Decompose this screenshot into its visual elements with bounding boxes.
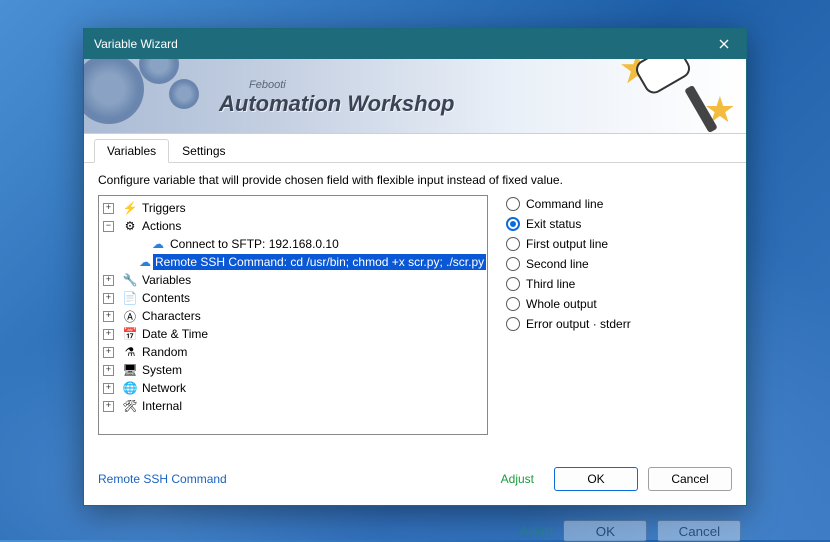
radio-command-line[interactable]: Command line [506,197,732,211]
cloud-icon: ☁ [139,254,151,270]
radio-first-output[interactable]: First output line [506,237,732,251]
ghost-adjust: Adjust [520,524,553,538]
tab-settings[interactable]: Settings [169,139,238,163]
expand-icon[interactable]: + [103,275,114,286]
brush-graphic [596,59,716,129]
radio-second-line[interactable]: Second line [506,257,732,271]
expand-icon[interactable]: + [103,401,114,412]
tab-variables[interactable]: Variables [94,139,169,163]
titlebar: Variable Wizard [84,29,746,59]
globe-icon: 🌐 [122,380,138,396]
ghost-cancel-button: Cancel [657,520,741,542]
radio-label: First output line [526,237,608,251]
radio-exit-status[interactable]: Exit status [506,217,732,231]
monitor-icon: 🖥 [122,362,138,378]
ghost-ok-button: OK [563,520,647,542]
variable-wizard-dialog: Variable Wizard ★ ★ Febooti Automation W… [83,28,747,506]
cloud-icon: ☁ [150,236,166,252]
tree-panel: + ⚡ Triggers − ⚙ Actions ☁ Connect to SF… [98,195,488,435]
gear-icon [139,59,179,84]
flask-icon: ⚗ [122,344,138,360]
bolt-icon: ⚡ [122,200,138,216]
header-sub: Febooti [249,79,454,91]
tree-node-triggers[interactable]: + ⚡ Triggers [103,199,483,217]
radio-icon [506,257,520,271]
radio-label: Whole output [526,297,597,311]
expand-icon[interactable]: + [103,311,114,322]
collapse-icon[interactable]: − [103,221,114,232]
radio-icon [506,317,520,331]
gear-icon: ⚙ [122,218,138,234]
tree-node-characters[interactable]: + Ⓐ Characters [103,307,483,325]
expand-icon[interactable]: + [103,293,114,304]
tree-node-network[interactable]: + 🌐 Network [103,379,483,397]
window-title: Variable Wizard [94,37,702,51]
radio-icon [506,197,520,211]
radio-label: Error output · stderr [526,317,631,331]
expand-icon[interactable]: + [103,347,114,358]
options-panel: Command line Exit status First output li… [506,195,732,453]
tree-node-variables[interactable]: + 🔧 Variables [103,271,483,289]
expand-icon[interactable]: + [103,329,114,340]
expand-icon[interactable]: + [103,203,114,214]
radio-icon [506,297,520,311]
radio-label: Exit status [526,217,581,231]
tree-node-connect-sftp[interactable]: ☁ Connect to SFTP: 192.168.0.10 [103,235,483,253]
header-main: Automation Workshop [219,91,454,117]
expand-icon[interactable]: + [103,383,114,394]
adjust-link[interactable]: Adjust [491,472,544,486]
header-text: Febooti Automation Workshop [219,79,454,117]
expand-icon[interactable]: + [103,365,114,376]
calendar-icon: 📅 [122,326,138,342]
tool-icon: 🛠 [122,398,138,414]
radio-whole-output[interactable]: Whole output [506,297,732,311]
tree-node-actions[interactable]: − ⚙ Actions [103,217,483,235]
tree-node-contents[interactable]: + 📄 Contents [103,289,483,307]
dialog-footer: Remote SSH Command Adjust OK Cancel [84,459,746,505]
tree-node-system[interactable]: + 🖥 System [103,361,483,379]
tab-strip: Variables Settings [84,134,746,163]
wrench-icon: 🔧 [122,272,138,288]
header-banner: ★ ★ Febooti Automation Workshop [84,59,746,134]
close-button[interactable] [702,29,746,59]
radio-icon [506,277,520,291]
radio-third-line[interactable]: Third line [506,277,732,291]
background-window-footer: Adjust OK Cancel [520,520,741,542]
radio-error-output[interactable]: Error output · stderr [506,317,732,331]
radio-label: Third line [526,277,575,291]
tree-node-datetime[interactable]: + 📅 Date & Time [103,325,483,343]
cancel-button[interactable]: Cancel [648,467,732,491]
tree-node-remote-ssh[interactable]: ☁ Remote SSH Command: cd /usr/bin; chmod… [103,253,483,271]
gear-icon [169,79,199,109]
footer-path: Remote SSH Command [98,472,481,486]
tree: + ⚡ Triggers − ⚙ Actions ☁ Connect to SF… [103,199,483,415]
ok-button[interactable]: OK [554,467,638,491]
tree-node-internal[interactable]: + 🛠 Internal [103,397,483,415]
tree-node-random[interactable]: + ⚗ Random [103,343,483,361]
instruction-text: Configure variable that will provide cho… [84,163,746,195]
radio-label: Second line [526,257,589,271]
radio-icon [506,217,520,231]
radio-label: Command line [526,197,603,211]
gear-icon [84,59,144,124]
text-icon: Ⓐ [122,308,138,324]
content-area: + ⚡ Triggers − ⚙ Actions ☁ Connect to SF… [84,195,746,459]
close-icon [719,39,729,49]
doc-icon: 📄 [122,290,138,306]
radio-icon [506,237,520,251]
